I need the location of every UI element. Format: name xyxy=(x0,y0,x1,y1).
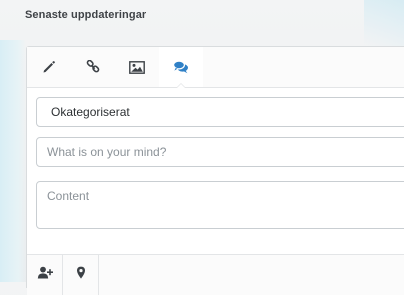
content-textarea[interactable]: Content xyxy=(36,181,404,229)
link-icon xyxy=(86,60,100,74)
tab-status[interactable] xyxy=(27,47,71,87)
chat-icon xyxy=(173,60,189,74)
location-button[interactable] xyxy=(63,255,99,295)
add-user-icon xyxy=(37,266,53,284)
tab-chat[interactable] xyxy=(159,47,203,88)
tab-link[interactable] xyxy=(71,47,115,87)
tab-image[interactable] xyxy=(115,47,159,87)
background-glow-left xyxy=(0,40,26,282)
status-update-panel: Okategoriserat What is on your mind? Con… xyxy=(26,46,404,295)
status-title-input[interactable]: What is on your mind? xyxy=(36,137,404,167)
image-icon xyxy=(129,60,145,74)
composer-footer xyxy=(27,254,404,295)
add-user-button[interactable] xyxy=(27,255,63,295)
pencil-icon xyxy=(42,60,56,74)
post-type-tabs xyxy=(27,47,404,88)
category-select[interactable]: Okategoriserat xyxy=(36,97,404,127)
section-title: Senaste uppdateringar xyxy=(25,9,147,21)
location-pin-icon xyxy=(76,266,86,284)
